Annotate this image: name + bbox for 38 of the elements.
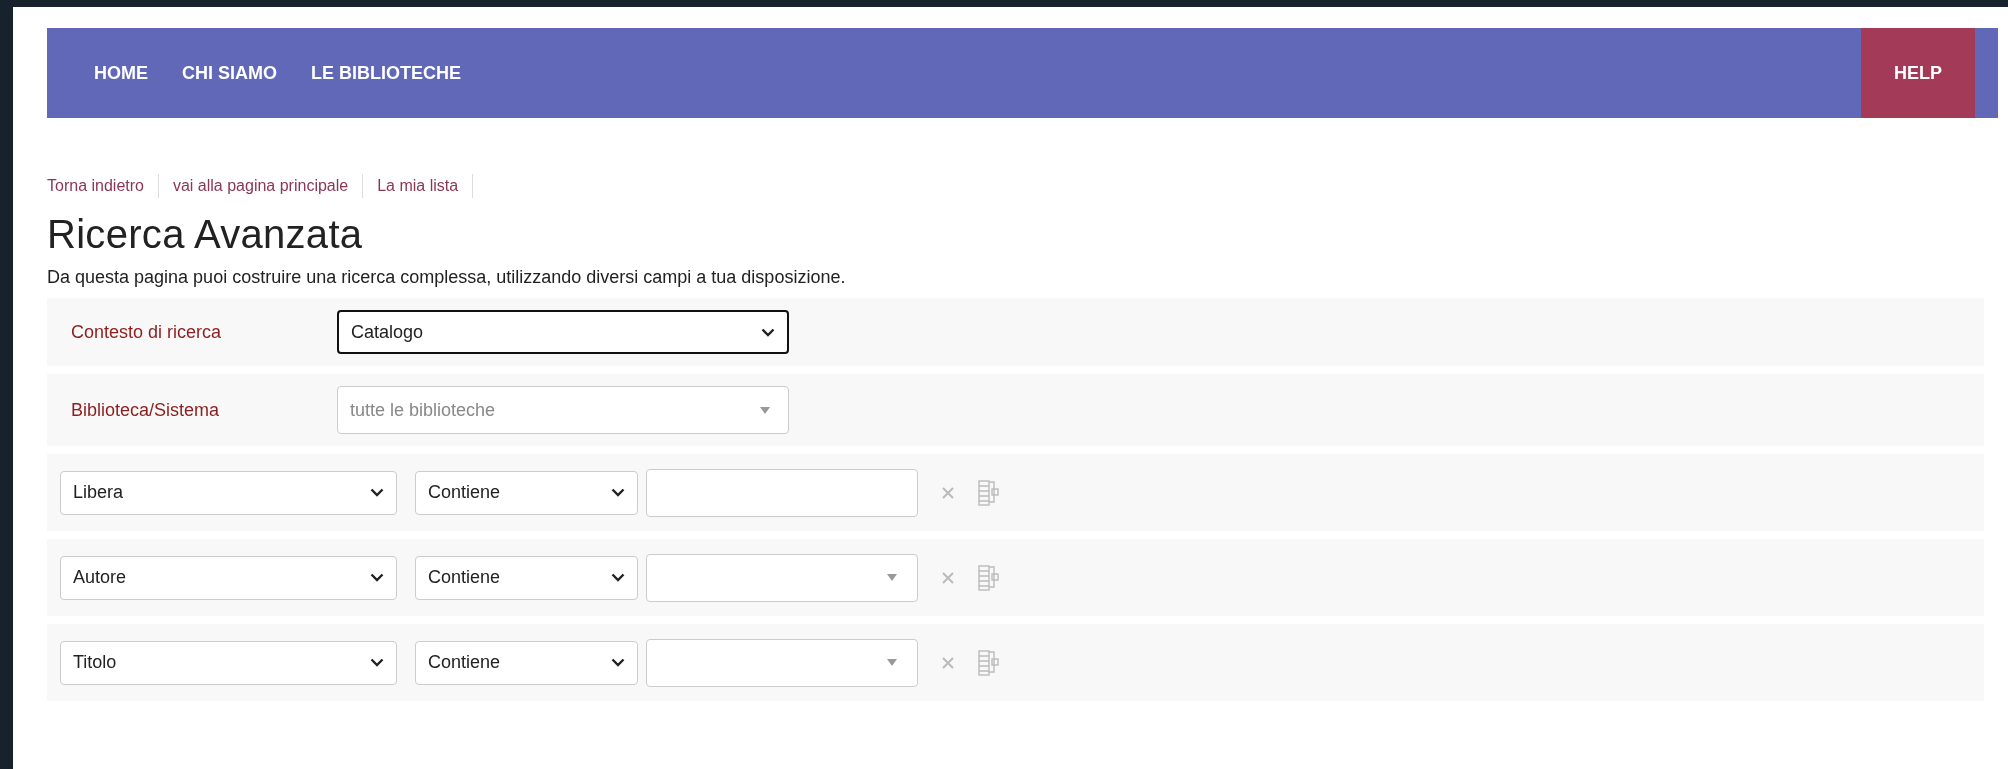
nav-link[interactable]: CHI SIAMO [170,28,289,118]
dropdown-triangle-icon [887,574,897,581]
dropdown-triangle-icon [760,406,770,414]
clear-icon[interactable] [942,571,954,584]
library-select[interactable]: tutte le biblioteche [337,386,789,434]
field-label: Contesto di ricerca [70,321,223,343]
operator-select[interactable]: Contiene [415,470,638,515]
operator-select[interactable]: Contiene [415,640,638,685]
search-combo[interactable] [646,553,918,602]
operator-select[interactable]: Contiene [415,555,638,600]
search-input[interactable] [646,468,918,517]
help-link[interactable]: HELP [1861,28,1975,118]
chevron-icon [611,488,625,497]
breadcrumb-link[interactable]: Torna indietro [47,174,159,198]
context-select[interactable]: Catalogo [337,310,789,354]
field-select[interactable]: Autore [60,555,397,600]
list-bracket-icon[interactable] [978,564,1000,591]
page-title: Ricerca Avanzata [47,212,364,257]
dropdown-triangle-icon [887,659,897,666]
field-select[interactable]: Titolo [60,640,397,685]
chevron-icon [370,573,384,582]
chevron-icon [370,488,384,497]
breadcrumb-link[interactable]: vai alla pagina principale [158,174,364,198]
nav-link[interactable]: HOME [82,28,160,118]
list-bracket-icon[interactable] [978,649,1000,676]
page-description: Da questa pagina puoi costruire una ricerca complessa, utilizzando diversi campi a tua disposizione. [47,267,847,288]
chevron-icon [761,327,775,337]
list-bracket-icon[interactable] [978,479,1000,506]
chevron-icon [611,573,625,582]
field-select[interactable]: Libera [60,470,397,515]
nav-link[interactable]: LE BIBLIOTECHE [299,28,474,118]
breadcrumb-link[interactable]: La mia lista [363,174,474,198]
chevron-icon [370,658,384,667]
clear-icon[interactable] [942,486,954,499]
clear-icon[interactable] [942,656,954,669]
chevron-icon [611,658,625,667]
field-label: Biblioteca/Sistema [70,399,221,421]
search-combo[interactable] [646,638,918,687]
